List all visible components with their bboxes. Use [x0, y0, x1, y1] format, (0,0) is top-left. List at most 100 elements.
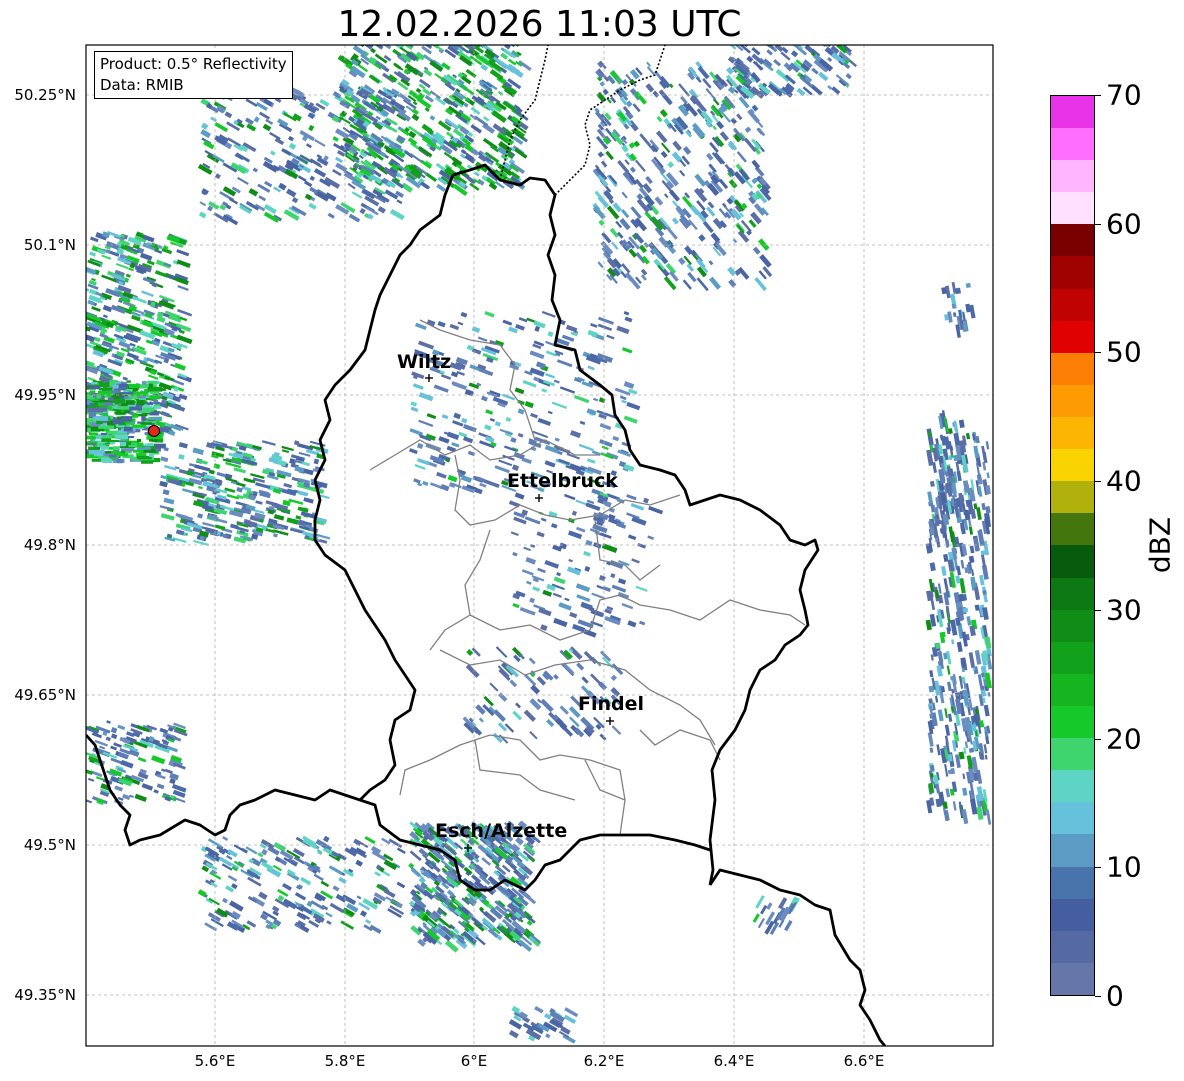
colorbar-segment: [1051, 609, 1094, 642]
echo-cell: [136, 438, 142, 443]
echo-cell: [540, 698, 554, 713]
echo-cell: [728, 279, 737, 288]
echo-cell: [584, 566, 591, 572]
echo-cell: [621, 602, 634, 610]
echo-cell: [153, 443, 166, 449]
echo-cell: [440, 374, 452, 380]
echo-cell: [505, 416, 512, 422]
lon-label: 5.8°E: [324, 1052, 366, 1070]
echo-cell: [460, 474, 473, 483]
colorbar-segment: [1051, 770, 1094, 803]
echo-cell: [705, 88, 717, 101]
echo-cell: [955, 575, 961, 584]
echo-cell: [576, 526, 586, 533]
echo-cell: [262, 123, 272, 132]
echo-cell: [605, 150, 614, 161]
echo-cell: [579, 420, 586, 426]
echo-cell: [265, 528, 276, 534]
echo-cell: [116, 409, 121, 414]
echo-cell: [827, 57, 833, 62]
echo-cell: [616, 325, 630, 335]
echo-cell: [573, 394, 590, 404]
echo-cell: [393, 62, 404, 71]
echo-cell: [985, 506, 991, 514]
echo-cell: [287, 135, 294, 142]
lat-label: 49.65°N: [14, 686, 76, 704]
echo-cell: [214, 122, 229, 133]
lon-label: 6°E: [460, 1052, 488, 1070]
echo-cell: [198, 486, 203, 490]
city-label-ettelbruck: Ettelbruck: [507, 470, 618, 492]
echo-cell: [952, 801, 957, 811]
echo-cell: [576, 594, 591, 602]
echo-cell: [283, 483, 293, 489]
echo-cell: [712, 125, 717, 131]
city-label-findel: Findel: [578, 693, 645, 715]
echo-cell: [229, 900, 244, 912]
echo-cell: [528, 657, 536, 665]
echo-cell: [541, 310, 556, 318]
echo-cell: [200, 129, 211, 139]
echo-cell: [525, 556, 537, 565]
colorbar-segment: [1051, 160, 1094, 193]
colorbar-segment: [1051, 802, 1094, 835]
echo-cell: [277, 888, 289, 897]
echo-cell: [396, 199, 403, 205]
echo-cell: [384, 189, 399, 200]
echo-cell: [773, 59, 782, 67]
echo-cell: [320, 880, 330, 888]
echo-cell: [986, 472, 990, 479]
echo-cell: [945, 539, 950, 547]
echo-cell: [711, 115, 720, 123]
echo-cell: [947, 713, 953, 722]
echo-cell: [410, 867, 422, 878]
echo-cell: [569, 612, 578, 619]
echo-cell: [736, 151, 747, 163]
echo-cell: [599, 439, 613, 448]
colorbar-tick-mark: [1095, 352, 1101, 354]
echo-cell: [790, 50, 799, 58]
echo-cell: [553, 576, 566, 585]
echo-cell: [89, 403, 95, 406]
echo-cell: [86, 286, 90, 292]
echo-cell: [246, 123, 257, 132]
info-box: Product: 0.5° Reflectivity Data: RMIB: [94, 51, 293, 99]
echo-cell: [332, 136, 339, 142]
echo-cell: [457, 321, 464, 326]
colorbar-segment: [1051, 545, 1094, 578]
echo-cell: [199, 201, 207, 207]
echo-cell: [222, 897, 228, 904]
echo-cell: [236, 482, 246, 488]
echo-cell: [755, 895, 765, 909]
echo-cell: [973, 445, 980, 459]
echo-cell: [965, 282, 971, 289]
echo-cell: [197, 513, 203, 519]
data-source-label: Data: RMIB: [100, 76, 184, 94]
echo-cell: [523, 709, 536, 722]
echo-cell: [624, 159, 630, 166]
echo-cell: [968, 555, 975, 564]
echo-cell: [299, 130, 315, 142]
echo-cell: [659, 109, 668, 118]
echo-cell: [597, 261, 604, 269]
echo-cell: [245, 846, 258, 855]
echo-cell: [297, 490, 308, 497]
echo-cell: [631, 558, 640, 564]
echo-cell: [980, 554, 987, 568]
echo-cell: [958, 419, 965, 429]
echo-cell: [322, 835, 330, 843]
echo-cell: [571, 510, 577, 516]
echo-cell: [462, 436, 474, 444]
colorbar-tick-mark: [1095, 223, 1101, 225]
echo-cell: [163, 497, 175, 505]
echo-cell: [621, 191, 628, 199]
echo-cell: [682, 279, 692, 290]
echo-cell: [591, 592, 606, 600]
echo-cell: [175, 529, 185, 536]
echo-cell: [377, 206, 386, 214]
echo-cell: [637, 543, 646, 549]
echo-cell: [614, 387, 631, 396]
echo-cell: [567, 517, 575, 524]
echo-cell: [226, 854, 233, 861]
echo-cell: [98, 387, 113, 391]
